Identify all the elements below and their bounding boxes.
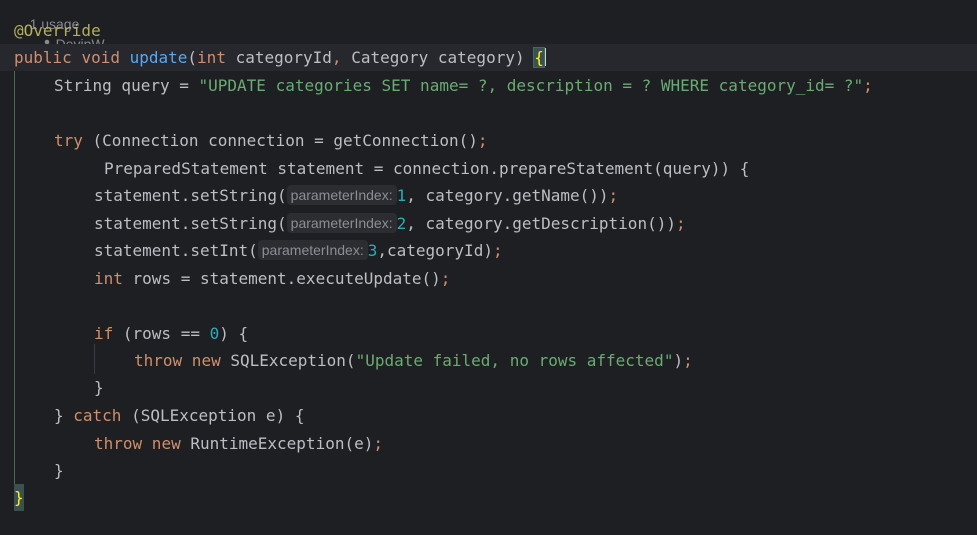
param-category: category (428, 48, 515, 67)
code-line-if[interactable]: if (rows == 0) { (0, 320, 248, 347)
code-line-if-close[interactable]: } (0, 374, 104, 401)
matched-open-brace: { (533, 47, 545, 68)
keyword-public: public (14, 48, 72, 67)
parameter-hint: parameterIndex: (257, 240, 368, 260)
keyword-throw: throw (94, 434, 143, 453)
error-message-literal: "Update failed, no rows affected" (355, 351, 674, 370)
code-line-try-close[interactable]: } (0, 457, 64, 484)
keyword-try: try (54, 131, 83, 150)
param-category-id: categoryId (225, 48, 332, 67)
code-line-set-name[interactable]: statement.setString(parameterIndex: 1, ca… (0, 182, 618, 209)
matched-close-brace: } (14, 484, 24, 511)
code-editor[interactable]: 1 usage DevinW @Override public void upd… (0, 0, 977, 535)
code-vision-hints: 1 usage DevinW (14, 0, 105, 52)
text-caret (543, 48, 546, 66)
code-line-rows[interactable]: int rows = statement.executeUpdate(); (0, 265, 450, 292)
keyword-throw: throw (134, 351, 183, 370)
code-line-signature[interactable]: public void update(int categoryId, Categ… (0, 44, 546, 71)
keyword-int: int (94, 269, 123, 288)
keyword-new: new (182, 351, 221, 370)
keyword-catch: catch (73, 406, 122, 425)
parameter-hint: parameterIndex: (286, 213, 397, 233)
code-line-method-close[interactable]: } (0, 484, 39, 511)
override-annotation: @Override (14, 21, 101, 40)
indent-guide (94, 344, 95, 374)
parameter-hint: parameterIndex: (286, 185, 397, 205)
code-line-throw-runtime[interactable]: throw new RuntimeException(e); (0, 430, 383, 457)
param-type-category: Category (341, 48, 429, 67)
keyword-if: if (94, 324, 114, 343)
code-line-annotation[interactable]: @Override (0, 17, 101, 44)
code-line-try[interactable]: try (Connection connection = getConnecti… (0, 127, 488, 154)
code-line-catch[interactable]: } catch (SQLException e) { (0, 402, 304, 429)
type-string: String (54, 76, 112, 95)
method-name: update (129, 48, 188, 67)
code-line-set-description[interactable]: statement.setString(parameterIndex: 2, ca… (0, 210, 686, 237)
code-line-throw-sql[interactable]: throw new SQLException("Update failed, n… (0, 347, 693, 374)
keyword-int: int (197, 48, 226, 67)
code-line-query[interactable]: String query = "UPDATE categories SET na… (0, 72, 873, 99)
sql-string-literal: "UPDATE categories SET name= ?, descript… (198, 76, 864, 95)
keyword-void: void (81, 48, 120, 67)
code-line-set-int[interactable]: statement.setInt(parameterIndex: 3,catego… (0, 237, 503, 264)
code-line-prepared-statement[interactable]: PreparedStatement statement = connection… (0, 155, 749, 182)
keyword-new: new (142, 434, 181, 453)
